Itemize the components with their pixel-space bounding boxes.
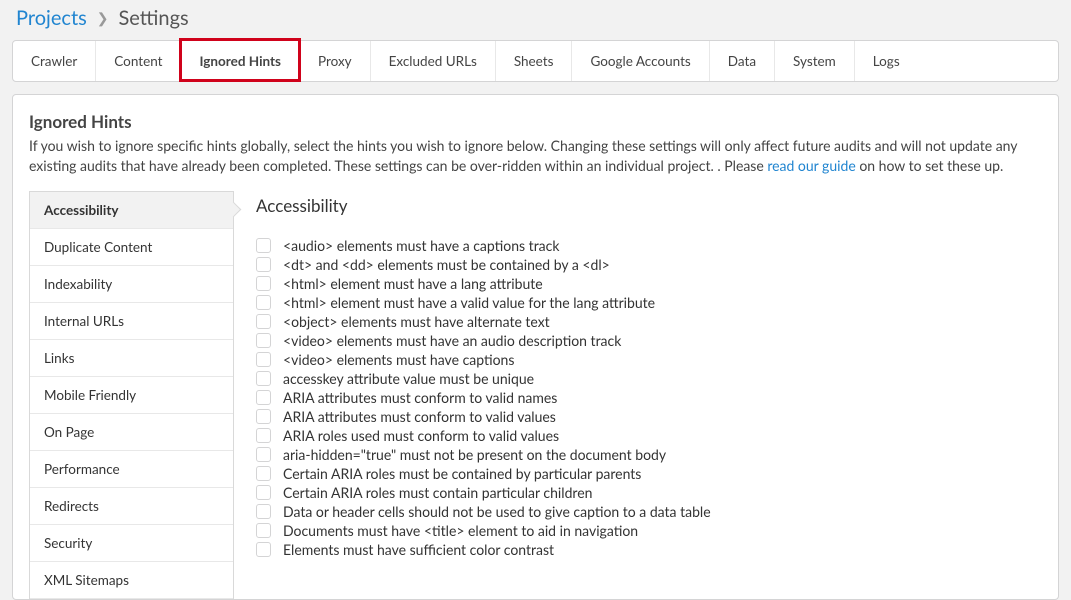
- hint-checkbox[interactable]: [256, 238, 271, 253]
- hint-label: ARIA roles used must conform to valid va…: [283, 427, 559, 444]
- hint-checkbox[interactable]: [256, 504, 271, 519]
- intro-text-after: on how to set these up.: [856, 157, 1004, 174]
- hint-checkbox[interactable]: [256, 523, 271, 538]
- hint-label: <dt> and <dd> elements must be contained…: [283, 256, 610, 273]
- hints-list-panel: Accessibility <audio> elements must have…: [234, 191, 1042, 599]
- hint-row: Certain ARIA roles must be contained by …: [256, 464, 1024, 483]
- hint-label: <audio> elements must have a captions tr…: [283, 237, 559, 254]
- sidebar-item-redirects[interactable]: Redirects: [30, 488, 233, 525]
- hint-label: <video> elements must have an audio desc…: [283, 332, 621, 349]
- hint-row: Documents must have <title> element to a…: [256, 521, 1024, 540]
- tab-data[interactable]: Data: [710, 41, 775, 81]
- hint-checkbox[interactable]: [256, 333, 271, 348]
- hint-row: accesskey attribute value must be unique: [256, 369, 1024, 388]
- hint-label: aria-hidden="true" must not be present o…: [283, 446, 666, 463]
- hint-label: Data or header cells should not be used …: [283, 503, 711, 520]
- sidebar-item-indexability[interactable]: Indexability: [30, 266, 233, 303]
- hint-checkbox[interactable]: [256, 295, 271, 310]
- hint-checkbox[interactable]: [256, 390, 271, 405]
- breadcrumb: Projects ❯ Settings: [0, 0, 1071, 40]
- hint-label: Certain ARIA roles must contain particul…: [283, 484, 592, 501]
- tab-proxy[interactable]: Proxy: [300, 41, 371, 81]
- hint-label: ARIA attributes must conform to valid va…: [283, 408, 556, 425]
- sidebar-item-accessibility[interactable]: Accessibility: [30, 192, 233, 229]
- breadcrumb-current: Settings: [119, 6, 189, 30]
- hint-label: <object> elements must have alternate te…: [283, 313, 550, 330]
- hint-row: <video> elements must have captions: [256, 350, 1024, 369]
- sidebar-item-on-page[interactable]: On Page: [30, 414, 233, 451]
- tab-excluded-urls[interactable]: Excluded URLs: [371, 41, 496, 81]
- hint-row: <video> elements must have an audio desc…: [256, 331, 1024, 350]
- breadcrumb-link-projects[interactable]: Projects: [16, 6, 87, 30]
- hint-row: <dt> and <dd> elements must be contained…: [256, 255, 1024, 274]
- hint-label: accesskey attribute value must be unique: [283, 370, 534, 387]
- hint-row: ARIA roles used must conform to valid va…: [256, 426, 1024, 445]
- tab-ignored-hints[interactable]: Ignored Hints: [182, 41, 300, 81]
- hint-label: <video> elements must have captions: [283, 351, 514, 368]
- hint-checkbox[interactable]: [256, 466, 271, 481]
- tab-content[interactable]: Content: [96, 41, 181, 81]
- hint-checkbox[interactable]: [256, 276, 271, 291]
- tab-system[interactable]: System: [775, 41, 855, 81]
- hint-row: Data or header cells should not be used …: [256, 502, 1024, 521]
- hint-row: ARIA attributes must conform to valid na…: [256, 388, 1024, 407]
- hint-checkbox[interactable]: [256, 352, 271, 367]
- hint-row: <html> element must have a valid value f…: [256, 293, 1024, 312]
- panel-description: If you wish to ignore specific hints glo…: [29, 136, 1042, 177]
- sidebar-item-duplicate-content[interactable]: Duplicate Content: [30, 229, 233, 266]
- hint-label: <html> element must have a lang attribut…: [283, 275, 543, 292]
- hint-label: Elements must have sufficient color cont…: [283, 541, 554, 558]
- hint-row: ARIA attributes must conform to valid va…: [256, 407, 1024, 426]
- hint-checkbox[interactable]: [256, 447, 271, 462]
- hint-checkbox[interactable]: [256, 371, 271, 386]
- hint-row: Certain ARIA roles must contain particul…: [256, 483, 1024, 502]
- hint-checkbox[interactable]: [256, 485, 271, 500]
- tab-sheets[interactable]: Sheets: [496, 41, 573, 81]
- hint-row: aria-hidden="true" must not be present o…: [256, 445, 1024, 464]
- hint-checkbox[interactable]: [256, 409, 271, 424]
- settings-tabs: CrawlerContentIgnored HintsProxyExcluded…: [12, 40, 1059, 82]
- hint-row: <html> element must have a lang attribut…: [256, 274, 1024, 293]
- hint-checkbox[interactable]: [256, 257, 271, 272]
- hint-row: <object> elements must have alternate te…: [256, 312, 1024, 331]
- hint-checkbox[interactable]: [256, 542, 271, 557]
- hints-heading: Accessibility: [256, 195, 1024, 216]
- sidebar-item-security[interactable]: Security: [30, 525, 233, 562]
- tab-crawler[interactable]: Crawler: [13, 41, 96, 81]
- sidebar-item-internal-urls[interactable]: Internal URLs: [30, 303, 233, 340]
- hint-label: Certain ARIA roles must be contained by …: [283, 465, 641, 482]
- hint-label: ARIA attributes must conform to valid na…: [283, 389, 557, 406]
- hint-checkbox[interactable]: [256, 314, 271, 329]
- hint-checkbox[interactable]: [256, 428, 271, 443]
- hint-label: Documents must have <title> element to a…: [283, 522, 638, 539]
- sidebar-item-performance[interactable]: Performance: [30, 451, 233, 488]
- tab-google-accounts[interactable]: Google Accounts: [572, 41, 709, 81]
- category-sidebar: AccessibilityDuplicate ContentIndexabili…: [29, 191, 234, 599]
- hint-row: <audio> elements must have a captions tr…: [256, 236, 1024, 255]
- hint-row: Elements must have sufficient color cont…: [256, 540, 1024, 559]
- ignored-hints-panel: Ignored Hints If you wish to ignore spec…: [12, 94, 1059, 600]
- read-guide-link[interactable]: read our guide: [767, 157, 855, 174]
- sidebar-item-mobile-friendly[interactable]: Mobile Friendly: [30, 377, 233, 414]
- panel-title: Ignored Hints: [29, 111, 1042, 132]
- sidebar-item-links[interactable]: Links: [30, 340, 233, 377]
- sidebar-item-xml-sitemaps[interactable]: XML Sitemaps: [30, 562, 233, 599]
- hint-label: <html> element must have a valid value f…: [283, 294, 655, 311]
- chevron-right-icon: ❯: [97, 9, 109, 27]
- tab-logs[interactable]: Logs: [855, 41, 918, 81]
